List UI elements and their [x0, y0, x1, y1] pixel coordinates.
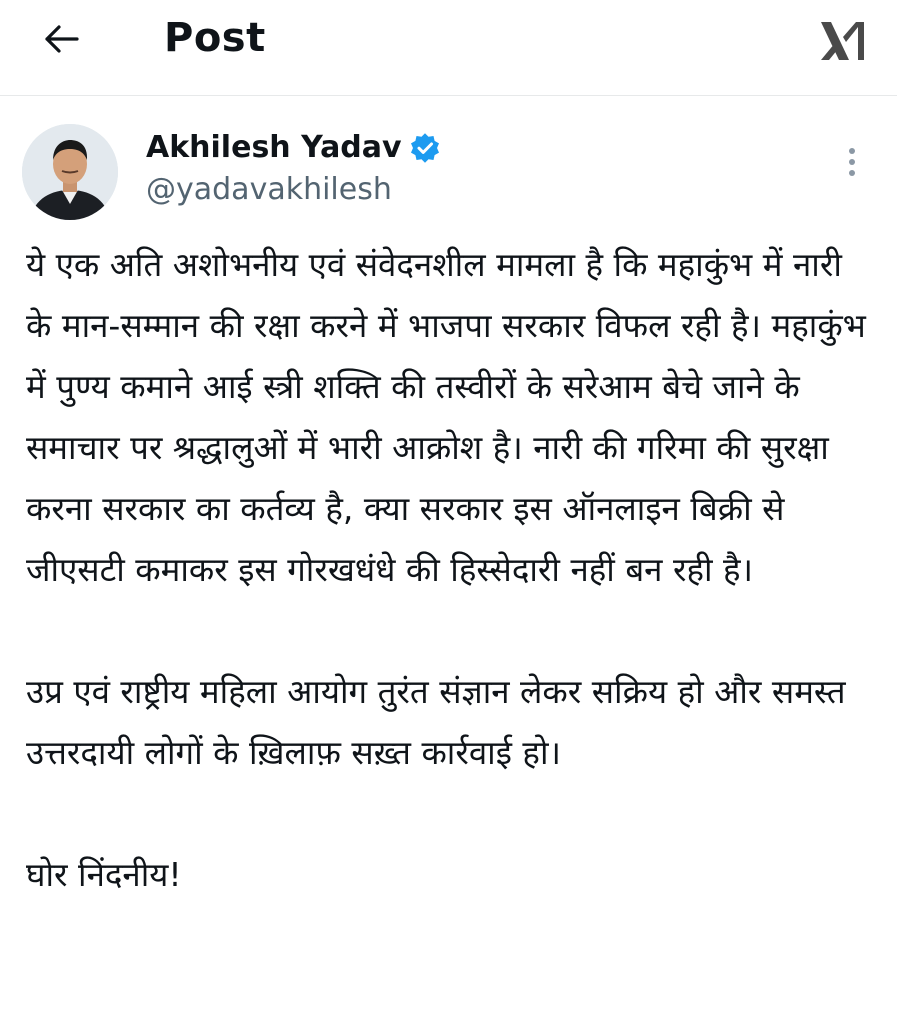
page-title: Post — [164, 15, 266, 61]
post-paragraph: उप्र एवं राष्ट्रीय महिला आयोग तुरंत संज्… — [26, 672, 857, 772]
author-name[interactable]: Akhilesh Yadav — [146, 128, 402, 168]
arrow-left-icon — [45, 25, 79, 53]
author-name-row: Akhilesh Yadav — [146, 128, 440, 168]
app-logo[interactable] — [817, 16, 869, 66]
more-vertical-icon — [849, 148, 855, 154]
back-button[interactable] — [36, 14, 86, 64]
post-paragraph: ये एक अति अशोभनीय एवं संवेदनशील मामला है… — [26, 245, 877, 589]
more-dot — [849, 170, 855, 176]
x-logo-icon — [821, 22, 864, 60]
avatar[interactable] — [22, 124, 118, 220]
post-paragraph: घोर निंदनीय! — [26, 855, 182, 894]
verified-badge-icon — [410, 133, 439, 163]
post-author: Akhilesh Yadav @yadavakhilesh — [0, 110, 897, 220]
profile-photo — [22, 124, 118, 220]
author-handle[interactable]: @yadavakhilesh — [146, 170, 392, 210]
top-bar: Post — [0, 0, 897, 96]
more-dot — [849, 159, 855, 165]
more-options-button[interactable] — [837, 140, 867, 184]
post-text: ये एक अति अशोभनीय एवं संवेदनशील मामला है… — [26, 234, 876, 905]
